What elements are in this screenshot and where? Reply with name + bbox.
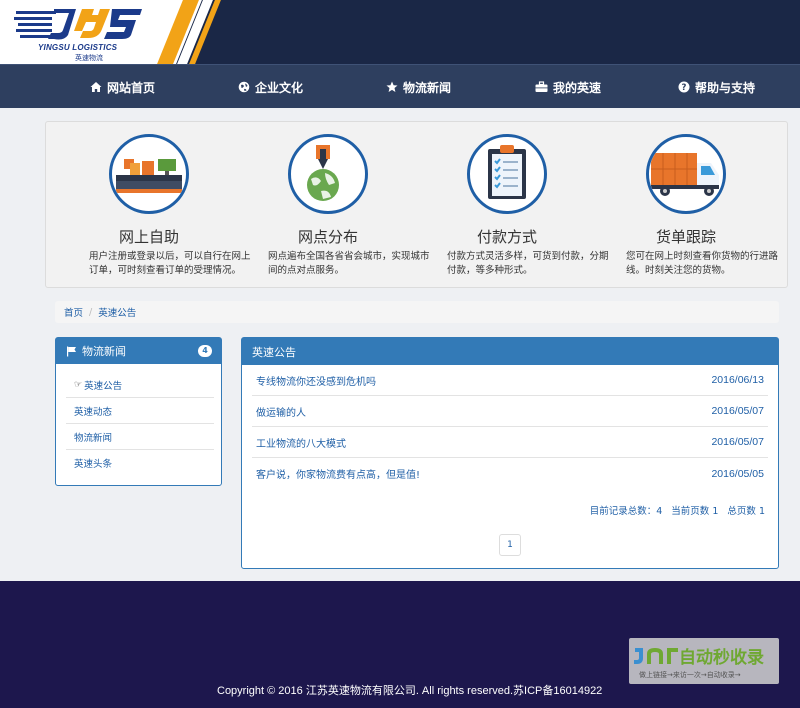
nav-label: 物流新闻: [403, 80, 452, 95]
news-panel: 英速公告 专线物流你还没感到危机吗 2016/06/13 做运输的人 2016/…: [241, 337, 779, 569]
nav-label: 网站首页: [107, 80, 156, 95]
logo-icon[interactable]: [14, 5, 144, 41]
news-date: 2016/05/07: [711, 436, 764, 448]
feature-title: 网上自助: [118, 228, 179, 246]
sidebar-item-updates[interactable]: 英速动态: [66, 398, 214, 424]
sidebar-item-label: 英速公告: [84, 380, 123, 392]
panel-header: 英速公告: [242, 338, 778, 365]
warehouse-icon: [109, 134, 189, 214]
feature-network[interactable]: 网点分布 网点遍布全国各省省会城市，实现城市间的点对点服务。: [248, 122, 430, 289]
sidebar-item-label: 物流新闻: [74, 432, 113, 444]
feature-desc: 付款方式灵活多样，可货到付款，分期付款，等多种形式。: [447, 251, 609, 276]
site-header: YINGSU LOGISTICS 英速物流: [0, 0, 800, 64]
news-title-link[interactable]: 专线物流你还没感到危机吗: [256, 373, 376, 388]
pager-total: 4: [656, 506, 663, 517]
breadcrumb-current: 英速公告: [98, 308, 137, 319]
news-row[interactable]: 做运输的人 2016/05/07: [252, 396, 768, 427]
news-row[interactable]: 工业物流的八大模式 2016/05/07: [252, 427, 768, 458]
watermark-badge[interactable]: 自动秒收录 做上链接→来访一次→自动收录→: [629, 638, 779, 684]
feature-desc: 用户注册或登录以后，可以自行在网上订单，可时刻查看订单的受理情况。: [89, 251, 251, 276]
nav-label: 帮助与支持: [695, 80, 756, 95]
logo-text-cn: 英速物流: [75, 54, 103, 62]
globe-pin-icon: [288, 134, 368, 214]
feature-title: 货单跟踪: [655, 228, 716, 246]
truck-icon: [646, 134, 726, 214]
star-icon: [386, 81, 398, 92]
feature-title: 网点分布: [297, 228, 358, 246]
pager-pages-label: 总页数: [727, 506, 756, 517]
news-title-link[interactable]: 做运输的人: [256, 404, 306, 419]
watermark-logo-icon: [634, 648, 678, 664]
count-badge: 4: [198, 345, 212, 357]
flag-icon: [67, 346, 76, 356]
watermark-subtext: 做上链接→来访一次→自动收录→: [639, 671, 741, 679]
feature-payment[interactable]: 付款方式 付款方式灵活多样，可货到付款，分期付款，等多种形式。: [427, 122, 609, 289]
clipboard-icon: [467, 134, 547, 214]
logo-text-en: YINGSU LOGISTICS: [38, 43, 118, 52]
sidebar-item-label: 英速头条: [74, 459, 113, 470]
nav-item-help[interactable]: ? 帮助与支持: [678, 65, 755, 109]
site-footer: 自动秒收录 做上链接→来访一次→自动收录→ Copyright © 2016 江…: [0, 581, 800, 708]
nav-item-culture[interactable]: 企业文化: [238, 65, 303, 109]
feature-self-service[interactable]: 网上自助 用户注册或登录以后，可以自行在网上订单，可时刻查看订单的受理情况。: [69, 122, 251, 289]
pager-info: 目前记录总数：4 当前页数 1 总页数 1: [590, 503, 765, 517]
nav-item-news[interactable]: 物流新闻: [386, 65, 451, 109]
news-date: 2016/06/13: [711, 374, 764, 386]
nav-item-home[interactable]: 网站首页: [90, 65, 155, 109]
hand-pointer-icon: ☞: [74, 379, 83, 390]
sidebar-item-headlines[interactable]: 英速头条: [66, 450, 214, 476]
copyright-text: Copyright © 2016 江苏英速物流有限公司. All rights …: [217, 685, 603, 697]
sidebar-item-label: 英速动态: [74, 406, 113, 418]
news-title-link[interactable]: 工业物流的八大模式: [256, 435, 346, 450]
sidebar-item-logistics-news[interactable]: 物流新闻: [66, 424, 214, 450]
feature-section: 网上自助 用户注册或登录以后，可以自行在网上订单，可时刻查看订单的受理情况。 网…: [45, 121, 788, 288]
nav-label: 我的英速: [553, 80, 602, 95]
panel-title: 英速公告: [252, 345, 296, 359]
feature-tracking[interactable]: 货单跟踪 您可在网上时刻查看你货物的行进路线。时刻关注您的货物。: [606, 122, 781, 289]
pager-total-label: 目前记录总数：: [589, 506, 657, 517]
breadcrumb-separator: /: [89, 306, 93, 318]
news-title-link[interactable]: 客户说，你家物流费有点高，但是值!: [256, 466, 420, 481]
nav-label: 企业文化: [255, 80, 304, 95]
question-circle-icon: ?: [678, 81, 690, 93]
feature-desc: 您可在网上时刻查看你货物的行进路线。时刻关注您的货物。: [626, 251, 779, 276]
news-row[interactable]: 专线物流你还没感到危机吗 2016/06/13: [252, 365, 768, 396]
sidebar-panel: 物流新闻 4 ☞ 英速公告 英速动态 物流新闻 英速头条: [55, 337, 222, 486]
news-date: 2016/05/05: [711, 467, 764, 480]
sidebar-list: ☞ 英速公告 英速动态 物流新闻 英速头条: [66, 372, 214, 476]
page-button[interactable]: 1: [499, 534, 521, 556]
breadcrumb-home-link[interactable]: 首页: [64, 305, 83, 319]
feature-desc: 网点遍布全国各省省会城市，实现城市间的点对点服务。: [268, 251, 430, 276]
news-date: 2016/05/07: [711, 405, 764, 417]
sidebar-header: 物流新闻 4: [56, 338, 221, 364]
briefcase-icon: [535, 81, 548, 92]
svg-text:?: ?: [682, 83, 687, 93]
sidebar-item-announcement[interactable]: ☞ 英速公告: [66, 372, 214, 398]
home-icon: [90, 82, 102, 92]
pager-current: 1: [712, 506, 719, 517]
feature-title: 付款方式: [476, 228, 537, 246]
pager-pages: 1: [758, 506, 765, 517]
pager-current-label: 当前页数: [671, 506, 710, 517]
news-row[interactable]: 客户说，你家物流费有点高，但是值! 2016/05/05: [252, 458, 768, 489]
watermark-text: 自动秒收录: [679, 648, 764, 668]
breadcrumb: 首页 / 英速公告: [55, 301, 779, 323]
nav-item-my-account[interactable]: 我的英速: [535, 65, 601, 109]
globe-icon: [238, 81, 250, 93]
sidebar-title: 物流新闻: [82, 345, 126, 358]
main-nav: 网站首页 企业文化 物流新闻 我的英速 ? 帮助与支持: [0, 64, 800, 108]
